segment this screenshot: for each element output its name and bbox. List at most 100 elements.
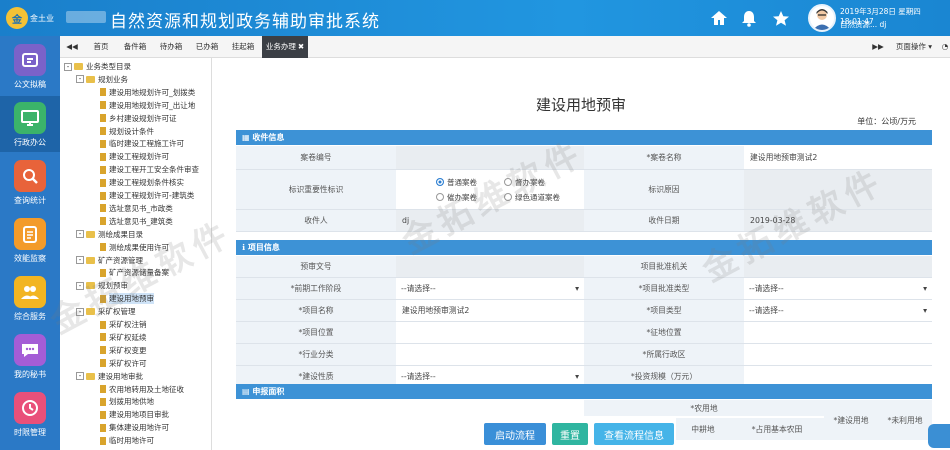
pre-doc-field[interactable] (396, 256, 584, 277)
bell-icon[interactable] (738, 7, 760, 29)
receive-date-field[interactable]: 2019-03-28 (744, 210, 932, 231)
nav-label: 我的秘书 (14, 370, 46, 379)
tree-node-label: 选址意见书_建筑类 (109, 216, 173, 226)
tree-node[interactable]: 农用地转用及土地征收 (88, 384, 184, 395)
tab-done[interactable]: 已办箱 (190, 36, 224, 58)
search-doc-icon (14, 160, 46, 192)
nav-item-efficiency[interactable]: 效能监察 (0, 212, 60, 268)
radio-green-label: 绿色通道案卷 (515, 192, 560, 202)
tree-node[interactable]: - 矿产资源管理 (76, 255, 143, 266)
admin-region-field[interactable] (744, 344, 932, 365)
document-icon (100, 243, 106, 252)
star-icon[interactable] (770, 7, 792, 29)
radio-supervise[interactable]: 督办案卷 (504, 177, 545, 188)
nav-item-query[interactable]: 查询统计 (0, 154, 60, 210)
nav-item-service[interactable]: 综合服务 (0, 270, 60, 326)
tree-node[interactable]: 采矿权许可 (88, 358, 147, 369)
tree-node[interactable]: 建设用地规划许可_划拨类 (88, 87, 195, 98)
tree-node-label: 建设用地规划许可_划拨类 (109, 87, 196, 97)
tree-node[interactable]: - 建设用地审批 (76, 371, 143, 382)
tree-node[interactable]: - 规划业务 (76, 74, 128, 85)
tree-node[interactable]: 建设用地项目审批 (88, 409, 169, 420)
receiver-field[interactable]: dj (396, 210, 584, 231)
start-flow-button[interactable]: 启动流程 (484, 423, 546, 445)
user-avatar[interactable] (808, 4, 836, 32)
tree-toggle-icon[interactable]: - (76, 307, 84, 316)
tree-node[interactable]: - 规划预审 (76, 280, 128, 291)
tab-suspended[interactable]: 挂起箱 (226, 36, 260, 58)
tree-toggle-icon[interactable]: - (76, 372, 84, 381)
tree-node-label: 规划设计条件 (109, 126, 154, 136)
approval-org-field[interactable] (744, 256, 932, 277)
tree-node[interactable]: 建设工程开工安全条件审查 (88, 164, 199, 175)
folder-icon (86, 282, 95, 290)
case-name-field[interactable]: 建设用地预审测试2 (744, 146, 932, 169)
tabs-next-icon[interactable]: ▶▶ (870, 36, 886, 58)
approval-type-select[interactable]: --请选择-- ▾ (744, 278, 932, 299)
radio-urge[interactable]: 催办案卷 (436, 192, 494, 203)
nav-item-draft[interactable]: 公文拟稿 (0, 38, 60, 94)
section-apply-header: ▤ 申报面积 (236, 384, 932, 399)
tab-business[interactable]: 业务办理 ✖ (262, 36, 308, 58)
refresh-icon[interactable]: ◔ (940, 36, 950, 58)
caret-down-icon: ▾ (923, 306, 927, 315)
nav-item-secretary[interactable]: 我的秘书 (0, 328, 60, 384)
tree-node[interactable]: 建设工程规划许可-建筑类 (88, 190, 194, 201)
home-icon[interactable] (708, 7, 730, 29)
tab-spare[interactable]: 备件箱 (118, 36, 152, 58)
tree-toggle-icon[interactable]: - (76, 75, 84, 84)
document-icon (100, 359, 106, 368)
tree-node[interactable]: 选址意见书_建筑类 (88, 216, 173, 227)
case-no-field[interactable] (396, 146, 584, 169)
project-type-label: *项目类型 (584, 300, 744, 321)
tree-node[interactable]: - 测绘成果目录 (76, 229, 143, 240)
project-name-field[interactable]: 建设用地预审测试2 (396, 300, 584, 321)
stage-select[interactable]: --请选择-- ▾ (396, 278, 584, 299)
tree-node[interactable]: 乡村建设规划许可证 (88, 113, 177, 124)
mark-reason-field[interactable] (744, 170, 932, 209)
tree-node[interactable]: 矿产资源储量备案 (88, 267, 169, 278)
tree-node[interactable]: 采矿权延续 (88, 332, 147, 343)
tree-node[interactable]: 建设工程规划条件核实 (88, 177, 184, 188)
radio-green[interactable]: 绿色通道案卷 (504, 192, 560, 203)
reset-button[interactable]: 重置 (552, 423, 588, 445)
tree-node[interactable]: - 业务类型目录 (64, 61, 131, 72)
tree-node[interactable]: 集体建设用地许可 (88, 422, 169, 433)
tree-toggle-icon[interactable]: - (76, 281, 84, 290)
tree-node[interactable]: 临时用地许可 (88, 435, 154, 446)
document-icon (100, 294, 106, 303)
tree-node[interactable]: 划拨用地供地 (88, 396, 154, 407)
tree-node-label: 采矿权注销 (109, 320, 147, 329)
tree-node[interactable]: 测绘成果使用许可 (88, 242, 169, 253)
tabs-prev-icon[interactable]: ◀◀ (64, 36, 80, 58)
tree-node[interactable]: 采矿权注销 (88, 319, 147, 330)
page-ops-dropdown[interactable]: 页面操作 ▾ (890, 36, 938, 58)
nav-item-office[interactable]: 行政办公 (0, 96, 60, 152)
tab-home[interactable]: 首页 (86, 36, 116, 58)
system-title: 自然资源和规划政务辅助审批系统 (110, 12, 380, 32)
project-type-select[interactable]: --请选择-- ▾ (744, 300, 932, 321)
nav-item-timelimit[interactable]: 时限管理 (0, 386, 60, 442)
position-field[interactable] (396, 322, 584, 343)
support-chat-icon[interactable] (928, 424, 950, 448)
tab-todo[interactable]: 待办箱 (154, 36, 188, 58)
tree-node[interactable]: 建设工程规划许可 (88, 151, 169, 162)
tree-node-label: 测绘成果使用许可 (109, 242, 169, 252)
tree-node[interactable]: 选址意见书_市政类 (88, 203, 173, 214)
tree-node-label: 农用地转用及土地征收 (109, 384, 184, 394)
tree-toggle-icon[interactable]: - (76, 230, 84, 239)
close-icon[interactable]: ✖ (298, 42, 304, 51)
view-flow-button[interactable]: 查看流程信息 (594, 423, 674, 445)
industry-field[interactable] (396, 344, 584, 365)
land-position-field[interactable] (744, 322, 932, 343)
tree-node[interactable]: - 采矿权管理 (76, 306, 136, 317)
document-icon (100, 88, 106, 97)
tree-toggle-icon[interactable]: - (64, 62, 72, 71)
radio-normal[interactable]: 普通案卷 (436, 177, 494, 188)
tree-node[interactable]: 采矿权变更 (88, 345, 147, 356)
tree-toggle-icon[interactable]: - (76, 256, 84, 264)
tree-node[interactable]: 规划设计条件 (88, 126, 154, 137)
tree-node[interactable]: 建设用地预审 (88, 293, 154, 305)
tree-node[interactable]: 临时建设工程施工许可 (88, 138, 184, 149)
tree-node[interactable]: 建设用地规划许可_出让地 (88, 100, 195, 111)
